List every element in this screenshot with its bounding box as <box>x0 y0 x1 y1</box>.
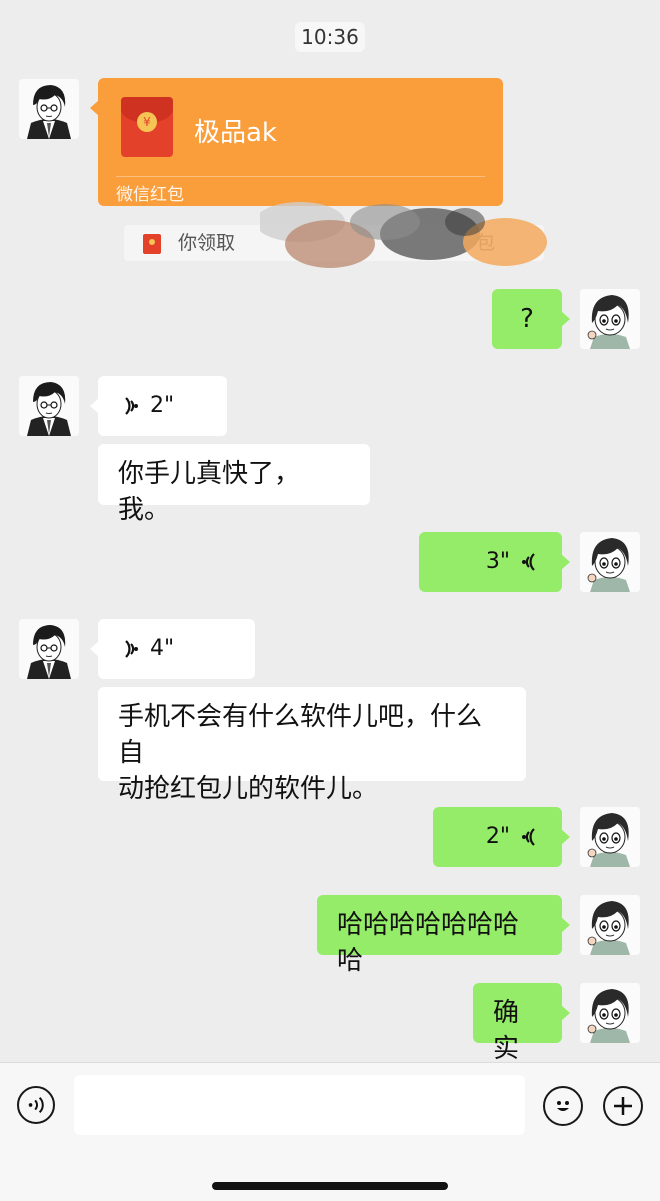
message-text: 你手儿真快了，我。 <box>118 459 301 525</box>
voice-duration: 2" <box>485 824 510 849</box>
voice-wave-icon <box>522 828 535 846</box>
voice-wave-icon <box>522 553 535 571</box>
red-packet-divider <box>116 176 485 177</box>
red-packet-message[interactable]: ¥ 极品ak 微信红包 <box>90 78 503 206</box>
message-text-line: 动抢红包儿的软件儿。 <box>118 774 379 804</box>
message-input[interactable] <box>74 1075 525 1135</box>
voice-wave-icon <box>125 640 138 658</box>
contact-avatar[interactable] <box>19 376 79 436</box>
message-text: 哈哈哈哈哈哈哈哈 <box>337 910 520 976</box>
message-text: 确实 <box>493 998 520 1064</box>
voice-message-self[interactable]: 3" <box>419 532 570 592</box>
my-avatar[interactable] <box>580 289 640 349</box>
voice-duration: 4" <box>150 636 175 661</box>
message-text: ? <box>520 304 534 334</box>
voice-message-self[interactable]: 2" <box>433 807 570 867</box>
message-bubble-self[interactable]: ? <box>492 289 570 349</box>
message-bubble-other[interactable]: 你手儿真快了，我。 <box>98 444 370 525</box>
my-avatar[interactable] <box>580 895 640 955</box>
my-avatar[interactable] <box>580 983 640 1043</box>
contact-avatar[interactable] <box>19 79 79 139</box>
message-timestamp: 10:36 <box>295 22 365 52</box>
voice-duration: 2" <box>150 393 175 418</box>
voice-wave-icon <box>125 397 138 415</box>
red-packet-mini-icon <box>143 234 161 254</box>
plus-icon[interactable] <box>603 1086 643 1126</box>
message-bubble-self[interactable]: 哈哈哈哈哈哈哈哈 <box>317 895 570 976</box>
emoji-icon[interactable] <box>543 1086 583 1126</box>
message-text-line: 手机不会有什么软件儿吧，什么自 <box>118 702 483 768</box>
red-packet-label: 微信红包 <box>116 185 184 205</box>
my-avatar[interactable] <box>580 807 640 867</box>
my-avatar[interactable] <box>580 532 640 592</box>
home-indicator <box>212 1182 448 1190</box>
chat-input-bar <box>0 1062 660 1201</box>
voice-message-other[interactable]: 4" <box>90 619 255 679</box>
voice-message-other[interactable]: 2" <box>90 376 227 436</box>
message-bubble-self[interactable]: 确实 <box>473 983 570 1064</box>
voice-mode-icon[interactable] <box>17 1086 55 1124</box>
message-bubble-other[interactable]: 手机不会有什么软件儿吧，什么自 动抢红包儿的软件儿。 <box>98 687 526 804</box>
notice-text: 你领取 <box>178 232 236 254</box>
redaction-scribble <box>260 202 547 268</box>
voice-duration: 3" <box>485 549 510 574</box>
red-packet-icon: ¥ <box>121 97 173 157</box>
contact-avatar[interactable] <box>19 619 79 679</box>
red-packet-title: 极品ak <box>194 118 277 148</box>
